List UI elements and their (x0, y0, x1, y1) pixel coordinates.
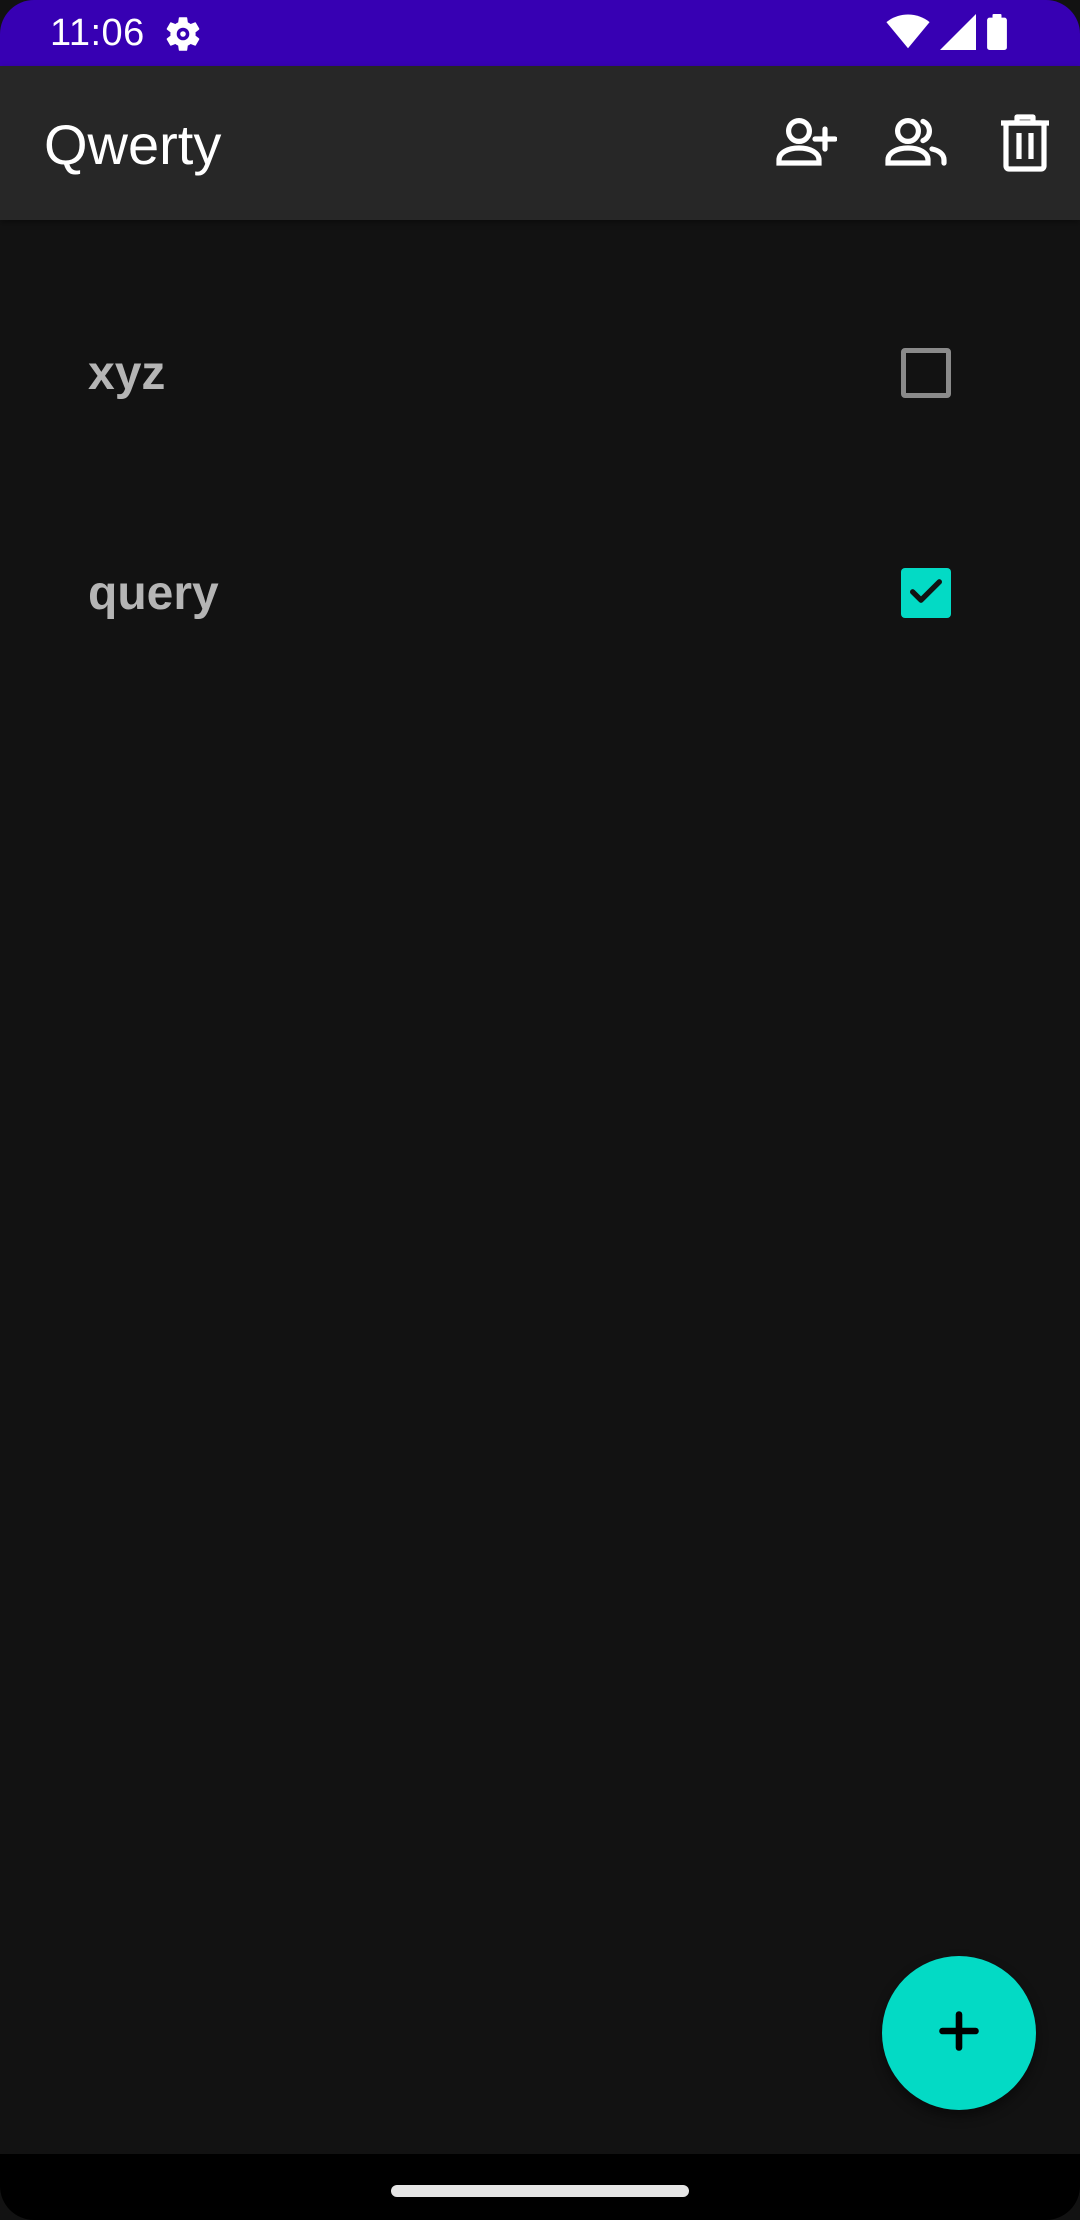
battery-icon (986, 13, 1008, 55)
list-item-label: query (88, 567, 219, 620)
home-gesture-handle[interactable] (391, 2185, 689, 2197)
people-icon (884, 111, 948, 180)
delete-icon (995, 111, 1055, 180)
list-item[interactable]: query (0, 494, 1080, 694)
settings-gear-icon (162, 13, 204, 55)
item-checkbox-checked[interactable] (901, 568, 951, 618)
list-item-label: xyz (88, 347, 166, 400)
status-icons (886, 13, 1008, 55)
add-item-fab[interactable] (882, 1956, 1036, 2110)
wifi-icon (886, 14, 930, 55)
navigation-bar (0, 2154, 1080, 2220)
status-time: 11:06 (50, 12, 145, 54)
status-bar: 11:06 (0, 0, 1080, 66)
plus-icon (937, 2009, 981, 2058)
add-person-icon (773, 111, 838, 180)
add-person-button[interactable] (769, 109, 841, 181)
list-item[interactable]: xyz (0, 274, 1080, 474)
screen: 11:06 Qwerty xyz query (0, 0, 1080, 2220)
cell-signal-icon (940, 13, 976, 55)
check-icon (906, 571, 946, 616)
people-button[interactable] (880, 109, 952, 181)
page-title: Qwerty (44, 113, 222, 176)
app-bar: Qwerty (0, 66, 1080, 220)
delete-button[interactable] (989, 109, 1061, 181)
item-checkbox-unchecked[interactable] (901, 348, 951, 398)
